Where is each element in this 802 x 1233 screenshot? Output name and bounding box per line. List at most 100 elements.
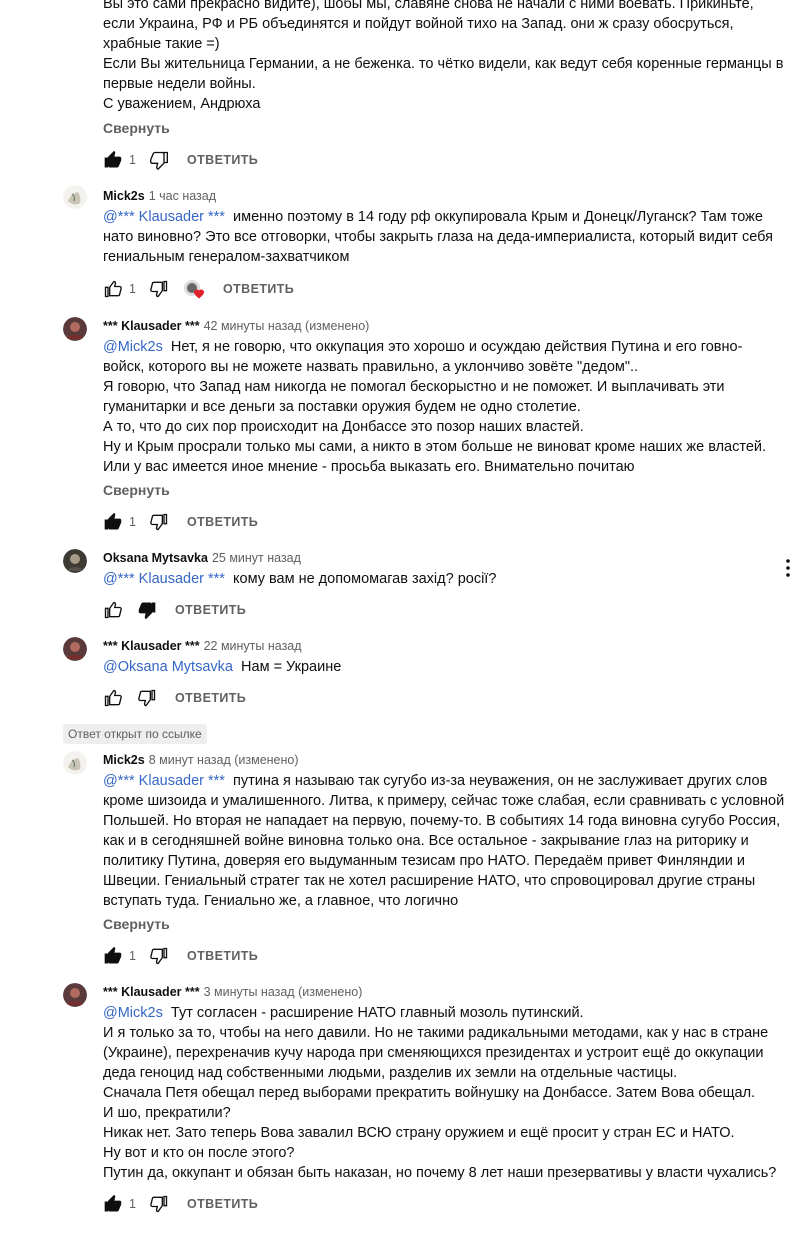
comment-line: Если Вы жительница Германии, а не беженк… xyxy=(103,56,784,72)
timestamp[interactable]: 3 минуты назад (изменено) xyxy=(204,985,363,999)
thumbs-down-icon[interactable] xyxy=(149,946,169,966)
thumbs-up-icon[interactable] xyxy=(103,512,123,532)
comment-actions: 1 ОТВЕТИТЬ xyxy=(103,512,258,532)
comment-line: Я говорю, что Запад нам никогда не помог… xyxy=(103,379,725,395)
comment-line: Ну вот и кто он после этого? xyxy=(103,1145,295,1161)
comment-line: кому вам не допомомагав захід? росії? xyxy=(233,571,497,587)
author-name[interactable]: *** Klausader *** xyxy=(103,639,200,653)
comment-line: войск, которого вы не можете назвать пра… xyxy=(103,359,639,375)
author-name[interactable]: Mick2s xyxy=(103,753,145,767)
like-count: 1 xyxy=(129,1197,136,1211)
collapse-button[interactable]: Свернуть xyxy=(103,916,170,932)
thumbs-down-icon[interactable] xyxy=(137,688,157,708)
mention-link[interactable]: @Mick2s xyxy=(103,1005,163,1021)
comment-line: Никак нет. Зато теперь Вова завалил ВСЮ … xyxy=(103,1125,735,1141)
comment-line: деда геноцид над собственными людьми, ра… xyxy=(103,1065,678,1081)
comment-actions: ОТВЕТИТЬ xyxy=(103,688,246,708)
avatar[interactable] xyxy=(63,549,87,573)
timestamp[interactable]: 1 час назад xyxy=(149,189,216,203)
comment-line: Польшей. Но вторая не нападает на первую… xyxy=(103,813,781,829)
timestamp[interactable]: 8 минут назад (изменено) xyxy=(149,753,299,767)
comment-line: И я только за то, чтобы на него давили. … xyxy=(103,1025,769,1041)
reply-button[interactable]: ОТВЕТИТЬ xyxy=(187,949,258,963)
like-count: 1 xyxy=(129,153,136,167)
comment-line: Или у вас имеется иное мнение - просьба … xyxy=(103,459,635,475)
reply-button[interactable]: ОТВЕТИТЬ xyxy=(223,282,294,296)
comment-line: Путин да, оккупант и обязан быть наказан… xyxy=(103,1165,777,1181)
thumbs-down-icon[interactable] xyxy=(149,512,169,532)
creator-heart-icon xyxy=(183,279,205,299)
comment-actions: 1 ОТВЕТИТЬ xyxy=(103,279,294,299)
thumbs-down-icon[interactable] xyxy=(137,600,157,620)
comment-line: кроме шизоида и умалишенного. Литва, к п… xyxy=(103,793,785,809)
comment-line: Ну и Крым просрали только мы сами, а ник… xyxy=(103,439,767,455)
mention-link[interactable]: @*** Klausader *** xyxy=(103,209,225,225)
mention-link[interactable]: @Mick2s xyxy=(103,339,163,355)
reply-button[interactable]: ОТВЕТИТЬ xyxy=(187,515,258,529)
comment-actions: 1 ОТВЕТИТЬ xyxy=(103,1194,258,1214)
comment-text: @*** Klausader *** путина я называю так … xyxy=(103,771,785,911)
comment-header: Mick2s 1 час назад xyxy=(103,187,216,205)
mention-link[interactable]: @Oksana Mytsavka xyxy=(103,659,233,675)
comment-line: если Украина, РФ и РБ объединятся и пойд… xyxy=(103,16,734,32)
comment-line: храбные такие =) xyxy=(103,36,220,52)
comment-actions: 1 ОТВЕТИТЬ xyxy=(103,946,258,966)
comment-header: *** Klausader *** 42 минуты назад (измене… xyxy=(103,317,369,335)
comment-actions: 1 ОТВЕТИТЬ xyxy=(103,150,258,170)
collapse-button[interactable]: Свернуть xyxy=(103,482,170,498)
comment-line: Тут согласен - расширение НАТО главный м… xyxy=(170,1005,584,1021)
reply-button[interactable]: ОТВЕТИТЬ xyxy=(175,691,246,705)
author-name[interactable]: *** Klausader *** xyxy=(103,319,200,333)
comment-header: *** Klausader *** 22 минуты назад xyxy=(103,637,302,655)
comment-text: @*** Klausader *** именно поэтому в 14 г… xyxy=(103,207,783,267)
timestamp[interactable]: 22 минуты назад xyxy=(204,639,302,653)
comment-header: Oksana Mytsavka 25 минут назад xyxy=(103,549,301,567)
reply-button[interactable]: ОТВЕТИТЬ xyxy=(175,603,246,617)
timestamp[interactable]: 25 минут назад xyxy=(212,551,301,565)
avatar[interactable] xyxy=(63,983,87,1007)
comment-line: первые недели войны. xyxy=(103,76,256,92)
comment-line: Нам = Украине xyxy=(241,659,342,675)
comment-line: Сначала Петя обещал перед выборами прекр… xyxy=(103,1085,756,1101)
linked-reply-badge: Ответ открыт по ссылке xyxy=(63,724,207,744)
thumbs-up-icon[interactable] xyxy=(103,600,123,620)
comment-text: @Oksana Mytsavka Нам = Украине xyxy=(103,657,783,677)
thumbs-down-icon[interactable] xyxy=(149,150,169,170)
comment-line: именно поэтому в 14 году рф оккупировала… xyxy=(233,209,763,225)
like-count: 1 xyxy=(129,949,136,963)
avatar[interactable] xyxy=(63,317,87,341)
comment-line: И шо, прекратили? xyxy=(103,1105,231,1121)
mention-link[interactable]: @*** Klausader *** xyxy=(103,773,225,789)
thumbs-up-icon[interactable] xyxy=(103,1194,123,1214)
reply-button[interactable]: ОТВЕТИТЬ xyxy=(187,153,258,167)
mention-link[interactable]: @*** Klausader *** xyxy=(103,571,225,587)
comment-line: путина я называю так сугубо из-за неуваж… xyxy=(233,773,768,789)
timestamp[interactable]: 42 минуты назад (изменено) xyxy=(204,319,370,333)
collapse-button[interactable]: Свернуть xyxy=(103,120,170,136)
comment-text: @Mick2s Тут согласен - расширение НАТО г… xyxy=(103,1003,783,1183)
avatar[interactable] xyxy=(63,185,87,209)
thumbs-up-icon[interactable] xyxy=(103,688,123,708)
like-count: 1 xyxy=(129,282,136,296)
thumbs-down-icon[interactable] xyxy=(149,1194,169,1214)
comment-line: А то, что до сих пор происходит на Донба… xyxy=(103,419,584,435)
avatar[interactable] xyxy=(63,637,87,661)
comment-line: Нет, я не говорю, что оккупация это хоро… xyxy=(170,339,743,355)
thumbs-down-icon[interactable] xyxy=(149,279,169,299)
author-name[interactable]: Oksana Mytsavka xyxy=(103,551,208,565)
reply-button[interactable]: ОТВЕТИТЬ xyxy=(187,1197,258,1211)
comment-line: Вы это сами прекрасно видите), шобы мы, … xyxy=(103,0,754,12)
thumbs-up-icon[interactable] xyxy=(103,150,123,170)
comment-line: (Украине), перехреначив кучу народа при … xyxy=(103,1045,764,1061)
avatar[interactable] xyxy=(63,751,87,775)
comment-text: Вы это сами прекрасно видите), шобы мы, … xyxy=(103,0,783,114)
like-count: 1 xyxy=(129,515,136,529)
comment-line: гуманитарки и все деньги за поставки ору… xyxy=(103,399,581,415)
thumbs-up-icon[interactable] xyxy=(103,279,123,299)
comment-line: как и в сегодняшней войне виновна только… xyxy=(103,833,749,849)
comment-header: Mick2s 8 минут назад (изменено) xyxy=(103,751,299,769)
author-name[interactable]: *** Klausader *** xyxy=(103,985,200,999)
thumbs-up-icon[interactable] xyxy=(103,946,123,966)
comment-line: политику Путина, доверяя его выдуманным … xyxy=(103,853,746,869)
author-name[interactable]: Mick2s xyxy=(103,189,145,203)
